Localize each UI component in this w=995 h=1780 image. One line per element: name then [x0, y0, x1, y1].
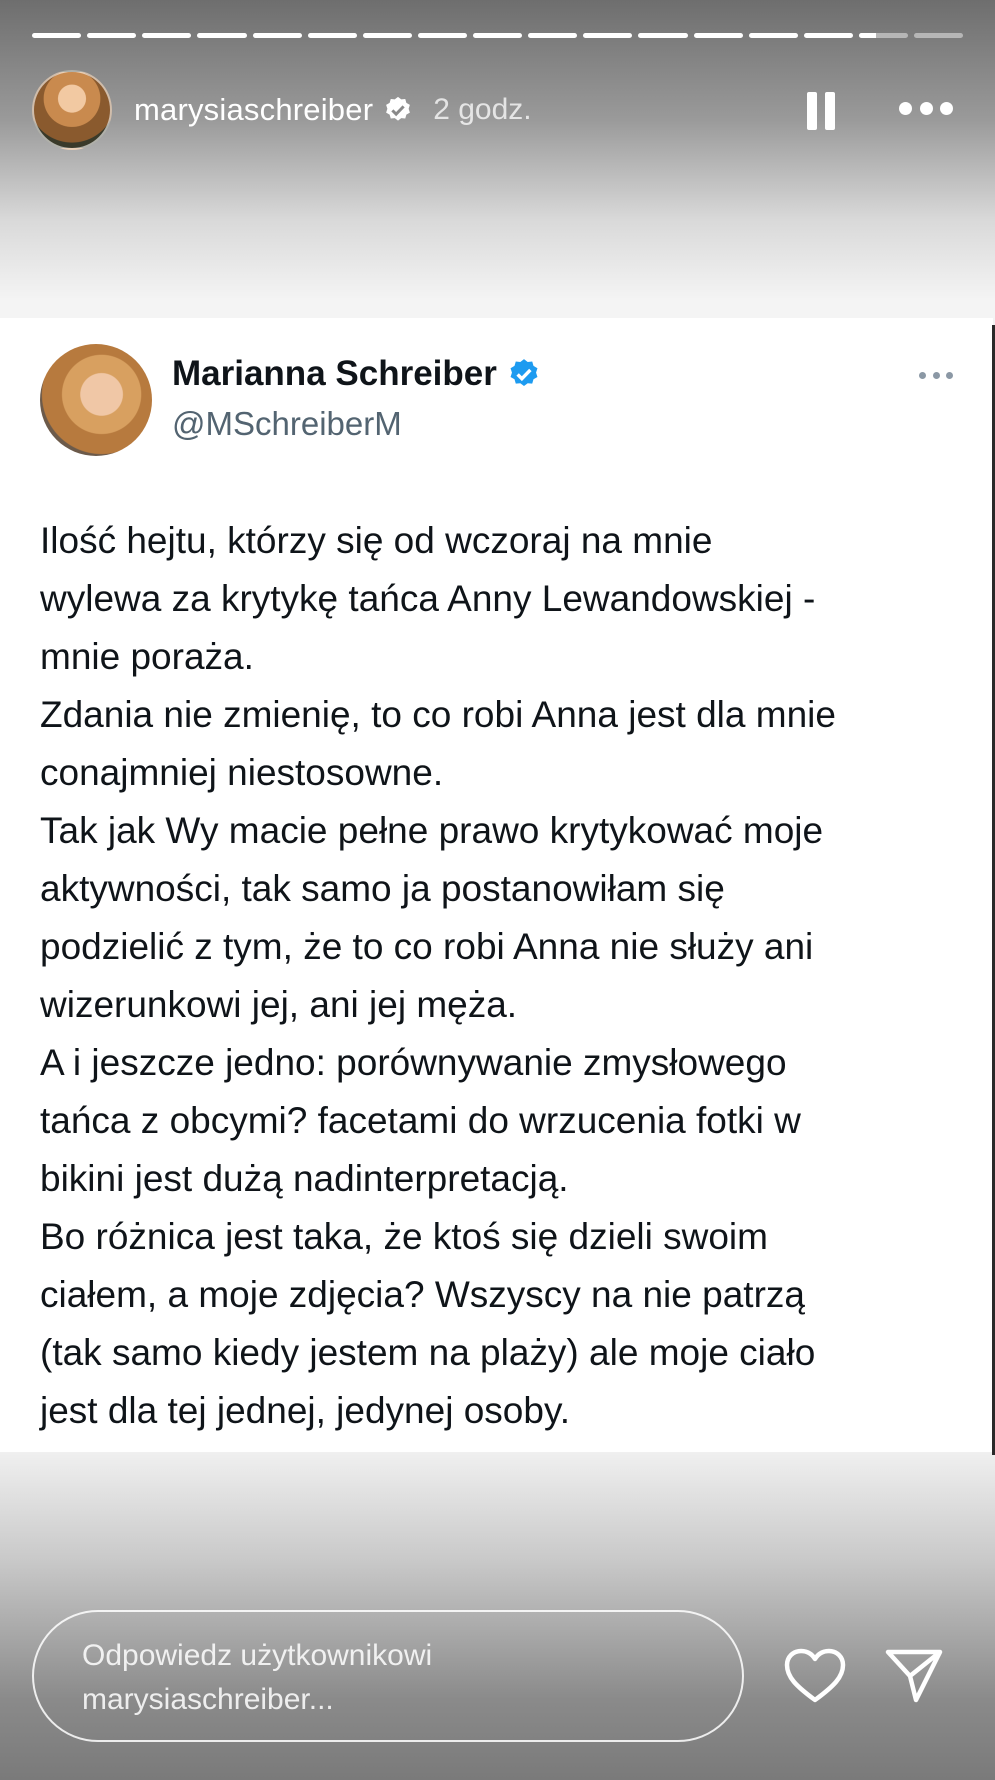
- progress-segment: [638, 33, 688, 38]
- progress-segment: [32, 33, 82, 38]
- tweet-author-name-text: Marianna Schreiber: [172, 354, 497, 393]
- progress-segment: [528, 33, 578, 38]
- tweet-author-name: Marianna Schreiber: [172, 354, 541, 394]
- tweet-card: Marianna Schreiber @MSchreiberM Ilość he…: [0, 318, 993, 1452]
- verified-badge-icon: [383, 95, 413, 125]
- reply-input[interactable]: Odpowiedz użytkownikowi marysiaschreiber…: [32, 1610, 744, 1742]
- post-time: 2 godz.: [433, 93, 532, 126]
- story-progress-bar: [32, 33, 964, 38]
- reply-placeholder: Odpowiedz użytkownikowi marysiaschreiber…: [82, 1639, 433, 1716]
- progress-segment: [417, 33, 467, 38]
- more-icon[interactable]: [899, 102, 953, 116]
- progress-segment: [914, 33, 964, 38]
- progress-segment: [362, 33, 412, 38]
- avatar[interactable]: [32, 70, 112, 150]
- progress-segment: [197, 33, 247, 38]
- progress-segment: [803, 33, 853, 38]
- progress-segment: [583, 33, 633, 38]
- progress-segment: [252, 33, 302, 38]
- progress-segment: [142, 33, 192, 38]
- progress-segment: [473, 33, 523, 38]
- tweet-handle: @MSchreiberM: [172, 405, 402, 442]
- story-header: marysiaschreiber 2 godz.: [32, 68, 963, 152]
- progress-segment: [307, 33, 357, 38]
- progress-segment: [87, 33, 137, 38]
- verified-badge-icon: [507, 357, 541, 391]
- send-icon[interactable]: [884, 1646, 944, 1704]
- username[interactable]: marysiaschreiber: [134, 92, 373, 128]
- heart-icon[interactable]: [784, 1648, 846, 1704]
- tweet-avatar: [40, 344, 152, 456]
- tweet-more-icon: [919, 372, 953, 380]
- progress-segment: [693, 33, 743, 38]
- pause-icon[interactable]: [807, 92, 835, 130]
- progress-segment: [748, 33, 798, 38]
- tweet-text: Ilość hejtu, którzy się od wczoraj na mn…: [40, 520, 836, 1431]
- progress-segment: [858, 33, 908, 38]
